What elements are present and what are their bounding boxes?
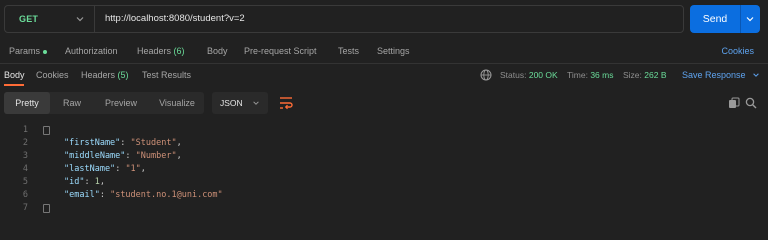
code-line: 6 "email": "student.no.1@uni.com" xyxy=(0,189,768,202)
line-number: 7 xyxy=(22,203,28,213)
globe-icon[interactable] xyxy=(480,69,492,81)
response-tabs: Body Cookies Headers (5) Test Results St… xyxy=(0,66,768,86)
chevron-down-icon[interactable] xyxy=(752,71,760,79)
tab-headers[interactable]: Headers (6) xyxy=(137,42,185,60)
json-key: "middleName" xyxy=(64,151,126,161)
size-meta[interactable]: Size: 262 B xyxy=(623,66,667,84)
time-value: 36 ms xyxy=(590,70,614,80)
format-label: JSON xyxy=(220,98,243,108)
tab-headers-label: Headers xyxy=(137,46,172,56)
chevron-down-icon xyxy=(76,17,84,22)
tab-response-body[interactable]: Body xyxy=(4,66,25,84)
tab-response-headers-label: Headers xyxy=(81,70,116,80)
send-divider xyxy=(740,5,741,33)
view-visualize-button[interactable]: Visualize xyxy=(150,92,204,114)
line-number: 2 xyxy=(22,138,28,148)
method-select[interactable]: GET xyxy=(5,6,95,32)
size-value: 262 B xyxy=(644,70,667,80)
code-line: 3 "middleName": "Number", xyxy=(0,150,768,163)
json-value: "Number" xyxy=(135,151,177,161)
params-indicator-dot xyxy=(43,49,48,54)
request-bar: GET http://localhost:8080/student?v=2 Se… xyxy=(0,0,768,38)
copy-icon[interactable] xyxy=(728,97,740,109)
code-line: 7 } xyxy=(0,202,768,215)
time-meta[interactable]: Time: 36 ms xyxy=(567,66,613,84)
line-number: 3 xyxy=(22,151,28,161)
tab-test-results[interactable]: Test Results xyxy=(142,66,191,84)
json-value: "Student" xyxy=(130,138,177,148)
code-line: 1 { xyxy=(0,124,768,137)
format-select[interactable]: JSON xyxy=(212,92,268,114)
headers-count: (6) xyxy=(173,46,185,56)
code-line: 2 "firstName": "Student", xyxy=(0,137,768,150)
json-value: "student.no.1@uni.com" xyxy=(110,190,223,200)
method-label: GET xyxy=(19,14,39,24)
line-number: 4 xyxy=(22,164,28,174)
url-input[interactable]: http://localhost:8080/student?v=2 xyxy=(105,6,245,32)
wrap-lines-icon[interactable] xyxy=(278,96,294,110)
tab-response-headers[interactable]: Headers (5) xyxy=(81,66,129,84)
line-number: 5 xyxy=(22,177,28,187)
tab-params[interactable]: Params xyxy=(9,42,48,60)
tab-params-label: Params xyxy=(9,46,41,56)
view-preview-button[interactable]: Preview xyxy=(96,92,146,114)
chevron-down-icon[interactable] xyxy=(745,14,755,24)
send-button[interactable]: Send xyxy=(690,5,760,33)
save-response-button[interactable]: Save Response xyxy=(682,66,746,84)
json-key: "lastName" xyxy=(64,164,116,174)
view-raw-button[interactable]: Raw xyxy=(52,92,92,114)
code-line: 4 "lastName": "1", xyxy=(0,163,768,176)
status-label: Status: xyxy=(500,70,527,80)
time-label: Time: xyxy=(567,70,588,80)
view-mode-segmented: Pretty Raw Preview Visualize xyxy=(4,92,204,114)
section-divider xyxy=(0,63,768,64)
status-meta[interactable]: Status: 200 OK xyxy=(500,66,558,84)
code-line: 5 "id": 1, xyxy=(0,176,768,189)
tab-pre-request-script[interactable]: Pre-request Script xyxy=(244,42,317,60)
view-mode-bar: Pretty Raw Preview Visualize JSON xyxy=(0,90,768,116)
chevron-down-icon xyxy=(253,101,259,105)
search-icon[interactable] xyxy=(745,97,757,109)
json-key: "email" xyxy=(64,190,100,200)
request-tabs: Params Authorization Headers (6) Body Pr… xyxy=(0,42,768,60)
json-key: "firstName" xyxy=(64,138,121,148)
view-pretty-button[interactable]: Pretty xyxy=(4,92,50,114)
cookies-link[interactable]: Cookies xyxy=(721,42,754,60)
size-label: Size: xyxy=(623,70,642,80)
tab-settings[interactable]: Settings xyxy=(377,42,410,60)
status-value: 200 OK xyxy=(528,70,558,80)
line-number: 1 xyxy=(22,125,28,135)
tab-response-cookies[interactable]: Cookies xyxy=(36,66,69,84)
json-key: "id" xyxy=(64,177,85,187)
json-value: "1" xyxy=(125,164,141,174)
send-label: Send xyxy=(702,13,728,25)
line-number: 6 xyxy=(22,190,28,200)
active-tab-underline xyxy=(4,84,24,86)
response-body-viewer[interactable]: 1 { 2 "firstName": "Student", 3 "middleN… xyxy=(0,124,768,222)
tab-body[interactable]: Body xyxy=(207,42,228,60)
tab-authorization[interactable]: Authorization xyxy=(65,42,118,60)
url-box: GET http://localhost:8080/student?v=2 xyxy=(4,5,684,33)
response-headers-count: (5) xyxy=(117,70,129,80)
tab-tests[interactable]: Tests xyxy=(338,42,359,60)
